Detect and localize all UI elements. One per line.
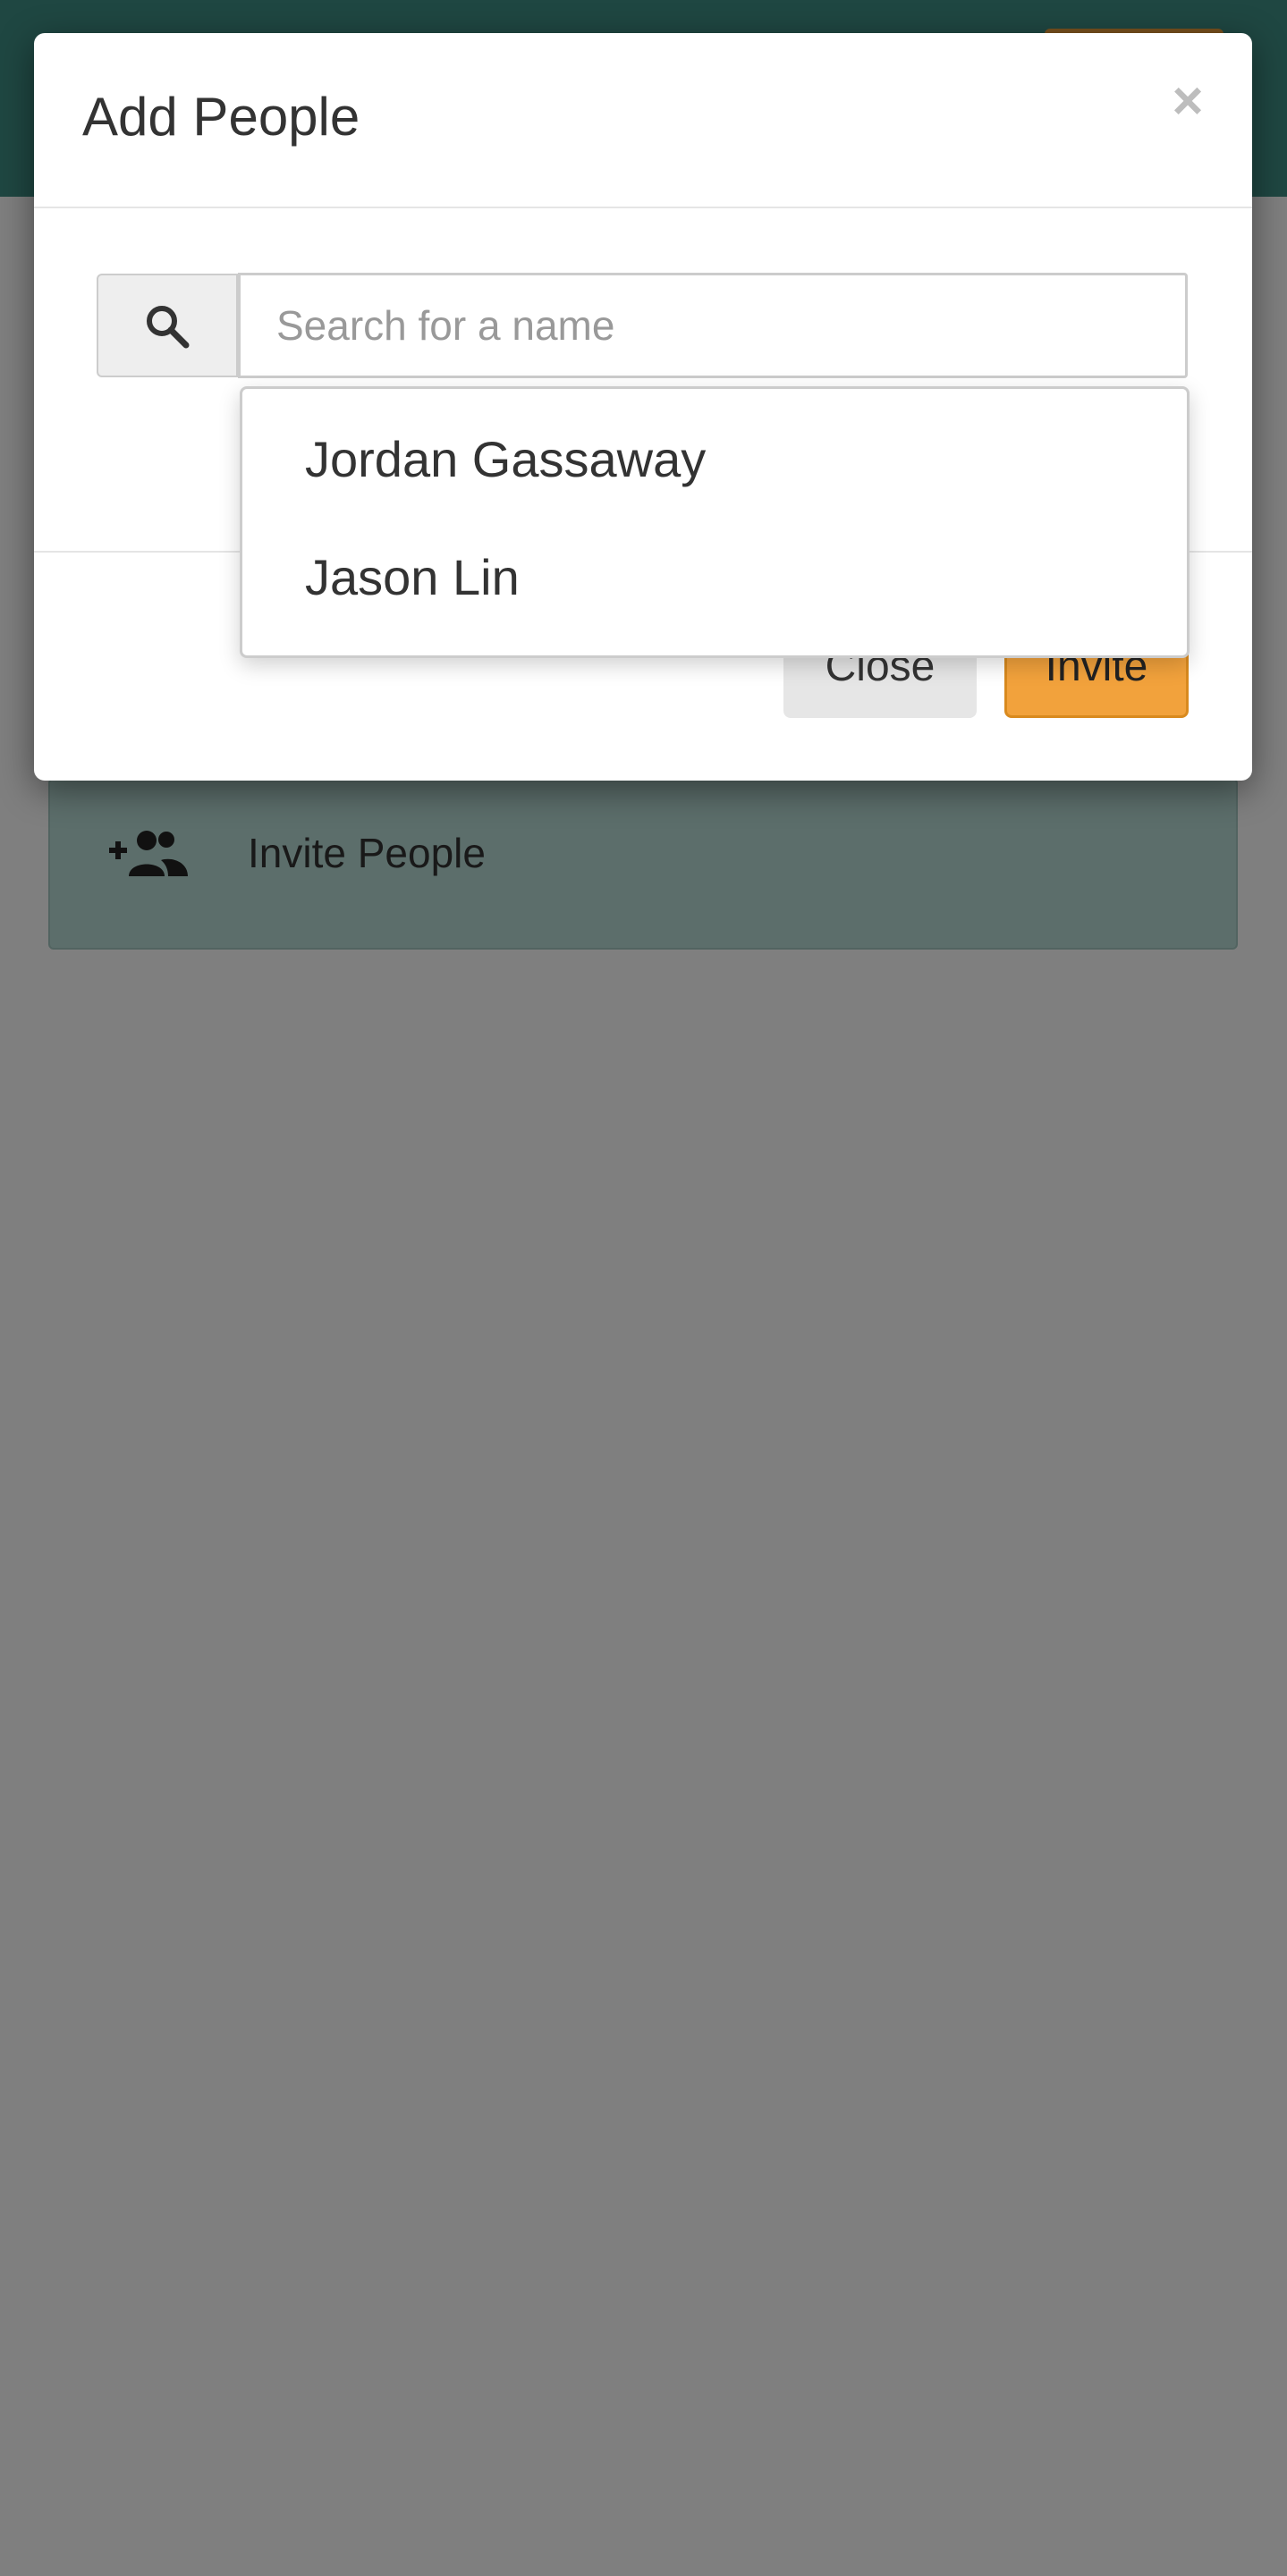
suggestion-item[interactable]: Jordan Gassaway (242, 406, 1187, 513)
modal-title: Add People (82, 87, 360, 147)
search-icon (147, 306, 190, 349)
header-divider (34, 207, 1252, 208)
search-addon (97, 274, 238, 377)
name-suggestions-dropdown: Jordan Gassaway Jason Lin (240, 386, 1190, 658)
suggestion-item[interactable]: Jason Lin (242, 524, 1187, 631)
close-icon[interactable]: × (1163, 74, 1213, 128)
search-input[interactable] (238, 273, 1188, 378)
